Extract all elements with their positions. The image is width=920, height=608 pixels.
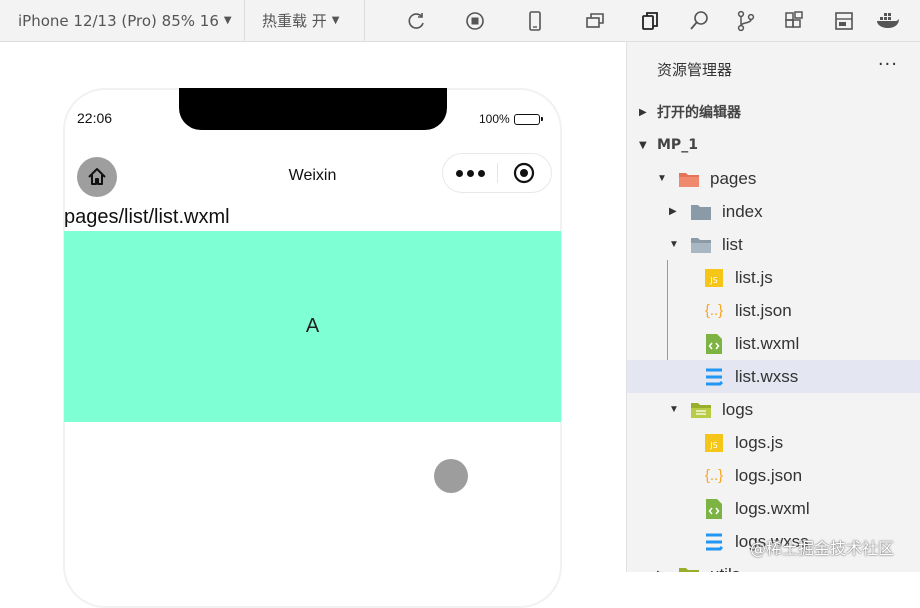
page-path: pages/list/list.wxml	[64, 206, 230, 228]
folder-icon	[678, 564, 700, 572]
tree-label: logs	[722, 399, 754, 419]
close-target-button[interactable]	[498, 162, 551, 184]
tree-label: logs.wxml	[735, 498, 810, 518]
json-file-icon: {..}	[704, 467, 724, 484]
chevron-right-icon: ▶	[669, 206, 677, 217]
phone-notch	[179, 88, 447, 130]
tree-folder-index[interactable]: ▶ index	[627, 195, 920, 228]
chevron-down-icon: ▼	[331, 15, 340, 26]
more-actions-icon[interactable]: ···	[878, 54, 898, 75]
folder-open-icon	[678, 168, 700, 190]
device-label: iPhone 12/13 (Pro) 85% 16	[18, 11, 219, 30]
battery-icon	[513, 113, 543, 125]
explorer-title: 资源管理器	[657, 61, 733, 79]
tree-label: index	[722, 201, 763, 221]
toolbar-divider	[244, 0, 245, 41]
json-file-icon: {..}	[704, 302, 724, 319]
content-box: A	[64, 231, 561, 422]
source-control-icon[interactable]	[733, 8, 759, 34]
tree-file-logs-wxml[interactable]: logs.wxml	[627, 492, 920, 525]
tree-file-list-js[interactable]: JS list.js	[627, 261, 920, 294]
box-text: A	[305, 315, 320, 337]
more-icon[interactable]	[443, 169, 497, 177]
toolbar: iPhone 12/13 (Pro) 85% 16 ▼ 热重载 开 ▼	[0, 0, 920, 42]
svg-text:JS: JS	[709, 276, 717, 285]
svg-text:JS: JS	[709, 441, 717, 450]
wxml-file-icon	[703, 498, 725, 520]
js-file-icon: JS	[703, 267, 725, 289]
stop-icon[interactable]	[462, 8, 488, 34]
phone-icon[interactable]	[522, 8, 548, 34]
extensions-icon[interactable]	[781, 8, 807, 34]
status-battery: 100%	[479, 112, 543, 126]
wxss-file-icon	[703, 531, 725, 553]
menu-capsule	[442, 153, 552, 193]
windows-icon[interactable]	[582, 8, 608, 34]
tree-label: pages	[710, 168, 757, 188]
tree-folder-list[interactable]: ▼ list	[627, 228, 920, 261]
copy-icon[interactable]	[637, 8, 663, 34]
section-open-editors[interactable]: ▶ 打开的编辑器	[627, 99, 920, 125]
layout-icon[interactable]	[831, 8, 857, 34]
folder-open-icon	[690, 399, 712, 421]
js-file-icon: JS	[703, 432, 725, 454]
search-icon[interactable]	[686, 8, 712, 34]
target-icon	[514, 162, 535, 184]
chevron-right-icon: ▶	[639, 106, 647, 118]
chevron-down-icon: ▼	[669, 404, 679, 415]
docker-icon[interactable]	[875, 8, 901, 34]
refresh-icon[interactable]	[403, 8, 429, 34]
tree-file-list-wxml[interactable]: list.wxml	[627, 327, 920, 360]
hot-reload-label: 热重载 开	[262, 12, 327, 30]
watermark: @稀土掘金技术社区	[750, 539, 895, 558]
tree-label: list.wxml	[735, 333, 800, 353]
toolbar-divider	[364, 0, 365, 41]
tree-label: list.json	[735, 300, 792, 320]
tree-file-logs-json[interactable]: {..} logs.json	[627, 459, 920, 492]
section-project[interactable]: ▼ MP_1	[627, 132, 920, 158]
device-select[interactable]: iPhone 12/13 (Pro) 85% 16 ▼	[18, 0, 232, 41]
battery-percent: 100%	[479, 112, 510, 126]
wxml-file-icon	[703, 333, 725, 355]
tree-label: logs.js	[735, 432, 784, 452]
tree-folder-logs[interactable]: ▼ logs	[627, 393, 920, 426]
section-label: 打开的编辑器	[657, 105, 741, 121]
section-label: MP_1	[657, 137, 698, 153]
folder-open-icon	[690, 234, 712, 256]
wxss-file-icon	[703, 366, 725, 388]
tree-file-list-wxss[interactable]: list.wxss	[627, 360, 920, 393]
hot-reload-select[interactable]: 热重载 开 ▼	[262, 0, 339, 41]
tree-label: list	[722, 234, 743, 254]
tree-folder-utils[interactable]: ▶ utils	[627, 558, 920, 572]
tree-file-list-json[interactable]: {..} list.json	[627, 294, 920, 327]
tree-label: utils	[710, 565, 740, 573]
chevron-down-icon: ▼	[657, 173, 667, 184]
folder-icon	[690, 201, 712, 223]
tree-label: list.js	[735, 267, 773, 287]
chevron-down-icon: ▼	[223, 15, 232, 26]
chevron-down-icon: ▼	[639, 139, 647, 151]
status-time: 22:06	[77, 110, 113, 126]
floating-button[interactable]	[434, 459, 468, 493]
tree-folder-pages[interactable]: ▼ pages	[627, 162, 920, 195]
tree-label: list.wxss	[735, 366, 799, 386]
tree-label: logs.json	[735, 465, 803, 485]
tree-file-logs-js[interactable]: JS logs.js	[627, 426, 920, 459]
explorer-panel: 资源管理器 ··· ▶ 打开的编辑器 ▼ MP_1 ▼ pages ▶ inde…	[626, 42, 920, 572]
chevron-down-icon: ▼	[669, 239, 679, 250]
